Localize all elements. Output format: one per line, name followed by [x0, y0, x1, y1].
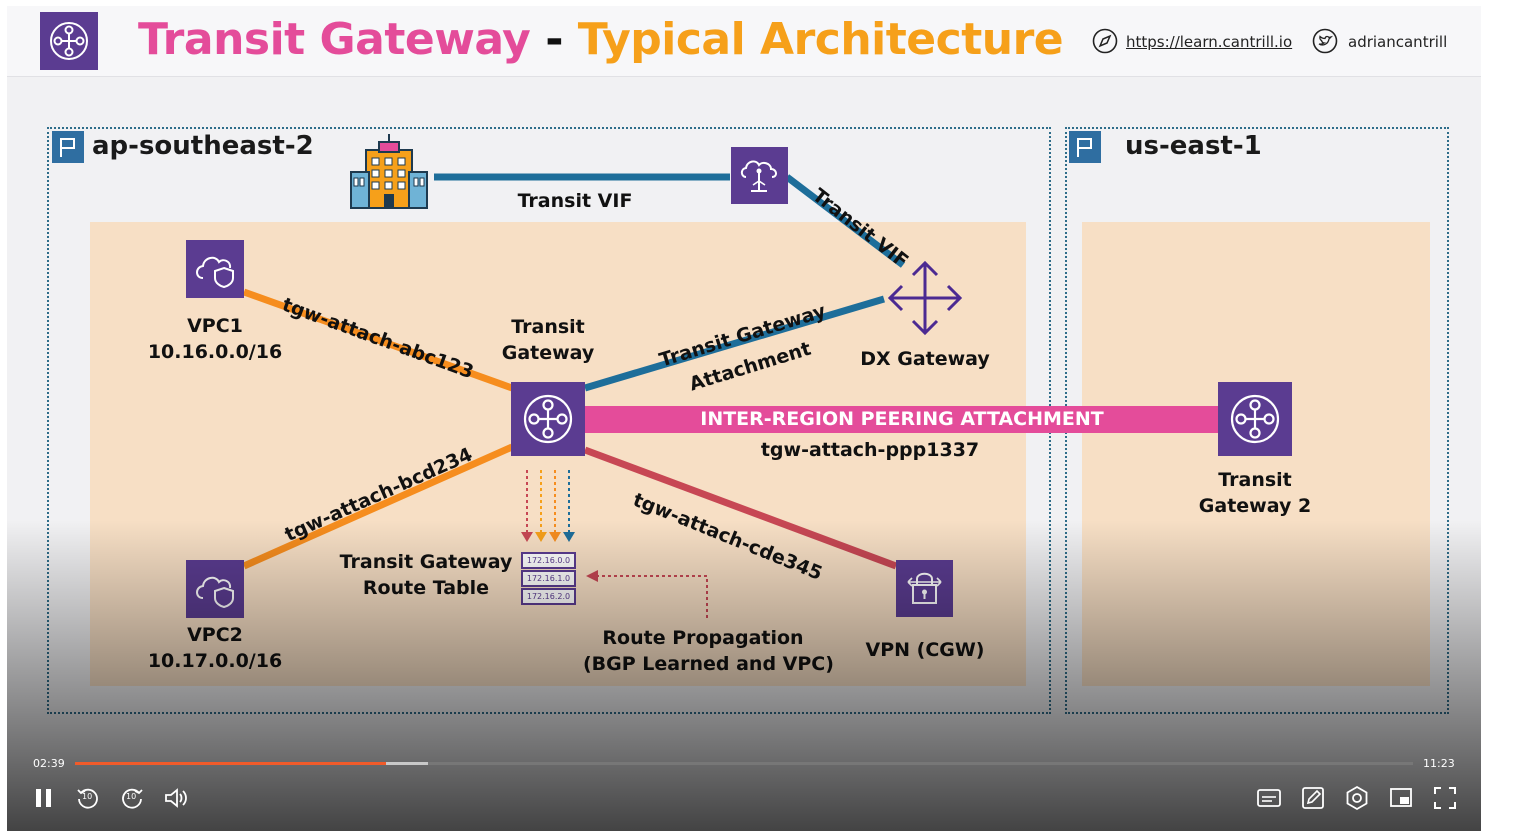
- pause-button[interactable]: [30, 784, 58, 812]
- vpc2-cidr: 10.17.0.0/16: [147, 650, 283, 672]
- pause-icon: [36, 789, 51, 807]
- settings-icon: [1346, 785, 1368, 811]
- volume-icon: [165, 788, 187, 808]
- rewind-10-button[interactable]: 10: [74, 784, 102, 812]
- video-player[interactable]: Transit Gateway - Typical Architecture h…: [0, 0, 1526, 831]
- vpc-icon: [186, 560, 244, 618]
- current-time: 02:39: [33, 757, 65, 770]
- volume-button[interactable]: [162, 784, 190, 812]
- route-table-label-line2: Route Table: [362, 577, 490, 599]
- vpc2-name: VPC2: [187, 624, 243, 646]
- progress-played: [75, 762, 387, 765]
- fullscreen-icon: [1434, 787, 1456, 809]
- rewind-10-label: 10: [82, 792, 93, 801]
- peering-attachment-label: INTER-REGION PEERING ATTACHMENT: [700, 408, 1104, 430]
- dx-gateway-label: DX Gateway: [860, 348, 990, 370]
- progress-bar[interactable]: [75, 762, 1413, 765]
- vpc-icon: [186, 240, 244, 298]
- fullscreen-button[interactable]: [1431, 784, 1459, 812]
- route-propagation-label-line1: Route Propagation: [602, 627, 804, 649]
- route-entry: 172.16.1.0: [521, 570, 576, 587]
- picture-in-picture-button[interactable]: [1387, 784, 1415, 812]
- transit-gateway-icon: [511, 382, 585, 456]
- captions-icon: [1257, 789, 1281, 807]
- picture-in-picture-icon: [1390, 788, 1412, 807]
- notes-icon: [1302, 787, 1324, 809]
- transit-gateway-2-label-line2: Gateway 2: [1198, 495, 1312, 517]
- transit-gateway-label-line2: Gateway: [501, 342, 595, 364]
- settings-button[interactable]: [1343, 784, 1371, 812]
- vpn-gateway-icon: [896, 560, 953, 617]
- transit-gateway-label-line1: Transit: [511, 316, 585, 338]
- direct-connect-location-icon: [731, 147, 788, 204]
- route-table-label-line1: Transit Gateway: [339, 551, 513, 573]
- notes-button[interactable]: [1299, 784, 1327, 812]
- vpc1-name: VPC1: [187, 315, 243, 337]
- route-entry: 172.16.0.0: [521, 552, 576, 569]
- route-propagation-label-line2: (BGP Learned and VPC): [583, 653, 834, 675]
- dx-gateway-icon: [886, 259, 964, 337]
- transit-gateway-2-label-line1: Transit: [1218, 469, 1292, 491]
- transit-gateway-icon: [1218, 382, 1292, 456]
- total-time: 11:23: [1423, 757, 1455, 770]
- vpn-label: VPN (CGW): [865, 639, 985, 661]
- route-entry: 172.16.2.0: [521, 588, 576, 605]
- transit-vif-label: Transit VIF: [517, 190, 633, 212]
- peering-attachment-id: tgw-attach-ppp1337: [760, 439, 980, 461]
- forward-10-label: 10: [126, 792, 137, 801]
- captions-button[interactable]: [1255, 784, 1283, 812]
- forward-10-button[interactable]: 10: [118, 784, 146, 812]
- vpc1-cidr: 10.16.0.0/16: [147, 341, 283, 363]
- route-table-icon: 172.16.0.0 172.16.1.0 172.16.2.0: [521, 552, 576, 605]
- corporate-building-icon: [349, 134, 429, 214]
